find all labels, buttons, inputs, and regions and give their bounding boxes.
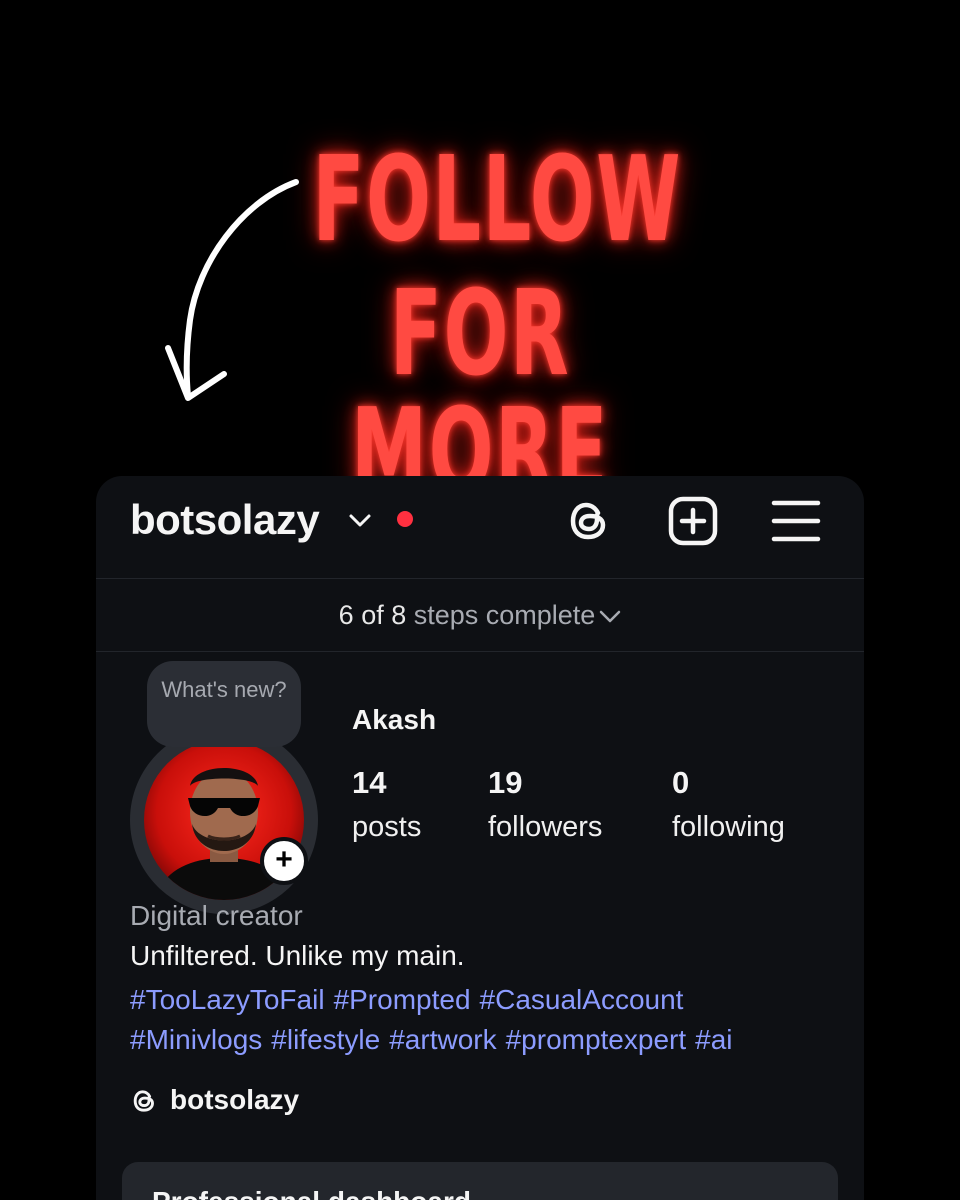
steps-done: 6 of 8 [338,600,414,630]
posts-label: posts [352,811,422,843]
add-story-button[interactable]: + [260,837,308,885]
hashtag-link[interactable]: #CasualAccount [480,984,684,1015]
posts-stat[interactable]: 14 posts [352,766,421,844]
username-switcher[interactable]: botsolazy [130,496,320,544]
notification-dot [397,511,413,527]
chevron-down-icon [600,610,621,623]
profile-steps-progress[interactable]: 6 of 8 steps complete [96,579,864,652]
profile-card: botsolazy 6 of 8 steps complete + What's… [96,476,864,1200]
hashtag-link[interactable]: #ai [695,1024,732,1055]
threads-icon [133,1090,154,1112]
hashtag-link[interactable]: #artwork [389,1024,496,1055]
hashtag-link[interactable]: #TooLazyToFail [130,984,325,1015]
curved-arrow-icon [165,179,299,401]
followers-count: 19 [488,765,523,800]
following-label: following [672,811,785,843]
dashboard-title: Professional dashboard [152,1186,471,1200]
profile-header: botsolazy [96,476,864,579]
followers-stat[interactable]: 19 followers [488,766,602,844]
followers-label: followers [488,811,603,843]
following-stat[interactable]: 0 following [672,766,785,844]
profile-category: Digital creator [130,900,303,931]
following-count: 0 [672,765,690,800]
headline-line-1: FOLLOW [312,130,682,268]
threads-icon[interactable] [564,495,616,547]
follow-headline: FOLLOW FOR MORE [240,140,720,510]
professional-dashboard-card[interactable]: Professional dashboard [122,1162,838,1200]
threads-handle: botsolazy [170,1084,300,1115]
display-name: Akash [352,704,437,735]
hashtag-link[interactable]: #lifestyle [271,1024,380,1055]
avatar[interactable] [130,726,318,914]
page: FOLLOW FOR MORE botsolazy 6 of 8 steps c… [0,0,960,1200]
hashtag-link[interactable]: #promptexpert [506,1024,687,1055]
posts-count: 14 [352,765,387,800]
hashtag-link[interactable]: #Minivlogs [130,1024,262,1055]
create-plus-icon[interactable] [667,495,719,547]
hashtag-list: #TooLazyToFail #Prompted #CasualAccount #Mi… [130,980,850,1060]
hashtag-link[interactable]: #Prompted [334,984,471,1015]
headline-line-2: FOR MORE [351,264,609,520]
whats-new-bubble[interactable]: What's new? [147,661,301,747]
chevron-down-icon[interactable] [348,510,372,530]
profile-bio: Unfiltered. Unlike my main. [130,940,465,971]
hamburger-menu-icon[interactable] [770,495,822,547]
steps-label: steps complete [413,600,596,630]
